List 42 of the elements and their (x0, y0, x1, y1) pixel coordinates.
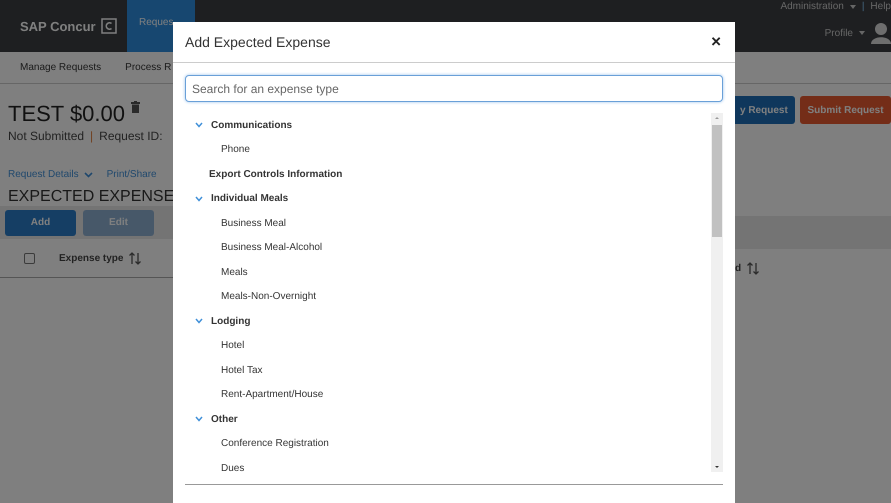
request-id-label: Request ID: (99, 129, 163, 143)
expense-type-item[interactable]: Hotel (221, 340, 244, 352)
scrollbar[interactable] (711, 113, 723, 472)
expense-type-item[interactable]: Business Meal-Alcohol (221, 242, 322, 254)
trash-icon[interactable] (131, 101, 140, 113)
category-item[interactable]: Communications (211, 120, 292, 131)
column-header[interactable]: Expense type (59, 252, 124, 264)
category-item[interactable]: Other (211, 414, 238, 425)
category-item[interactable]: Individual Meals (211, 193, 288, 204)
sort-icon[interactable] (747, 262, 760, 274)
expense-type-item[interactable]: Meals-Non-Overnight (221, 291, 316, 302)
expense-type-item[interactable]: Phone (221, 144, 250, 156)
separator: | (90, 129, 94, 143)
separator: | (862, 1, 864, 12)
chevron-icon[interactable] (195, 196, 203, 202)
chevron-down-icon (84, 172, 93, 178)
expense-type-item[interactable]: Rent-Apartment/House (221, 389, 324, 400)
request-status: Not Submitted (8, 129, 84, 143)
close-button[interactable]: × (709, 32, 723, 52)
sort-icon[interactable] (129, 252, 142, 264)
logo-text: SAP Concur (20, 18, 96, 34)
expense-type-item[interactable]: Dues (221, 462, 244, 474)
expense-type-item[interactable]: Meals (221, 266, 248, 278)
expense-type-item[interactable]: Hotel Tax (221, 364, 263, 376)
subnav-link[interactable]: Manage Requests (20, 62, 102, 73)
chevron-icon[interactable] (195, 122, 203, 128)
request-title: TEST $0.00 (8, 101, 125, 127)
subnav-link[interactable]: Process R (125, 62, 172, 73)
expense-type-item[interactable]: Business Meal (221, 218, 286, 229)
search-field[interactable]: Search for an expense type (185, 75, 723, 102)
caret-down-icon[interactable] (850, 4, 856, 8)
caret-down-icon[interactable] (859, 31, 865, 35)
expense-type-item[interactable]: Conference Registration (221, 438, 329, 450)
logo-c-icon (100, 18, 117, 34)
user-avatar-icon[interactable] (871, 22, 891, 44)
chevron-icon[interactable] (195, 416, 203, 422)
category-item[interactable]: Export Controls Information (209, 168, 342, 180)
category-item[interactable]: Lodging (211, 316, 250, 327)
chevron-icon[interactable] (195, 318, 203, 324)
column-header[interactable]: d (735, 262, 742, 274)
section-heading: EXPECTED EXPENSE (8, 188, 173, 206)
select-all-checkbox[interactable] (24, 252, 35, 264)
